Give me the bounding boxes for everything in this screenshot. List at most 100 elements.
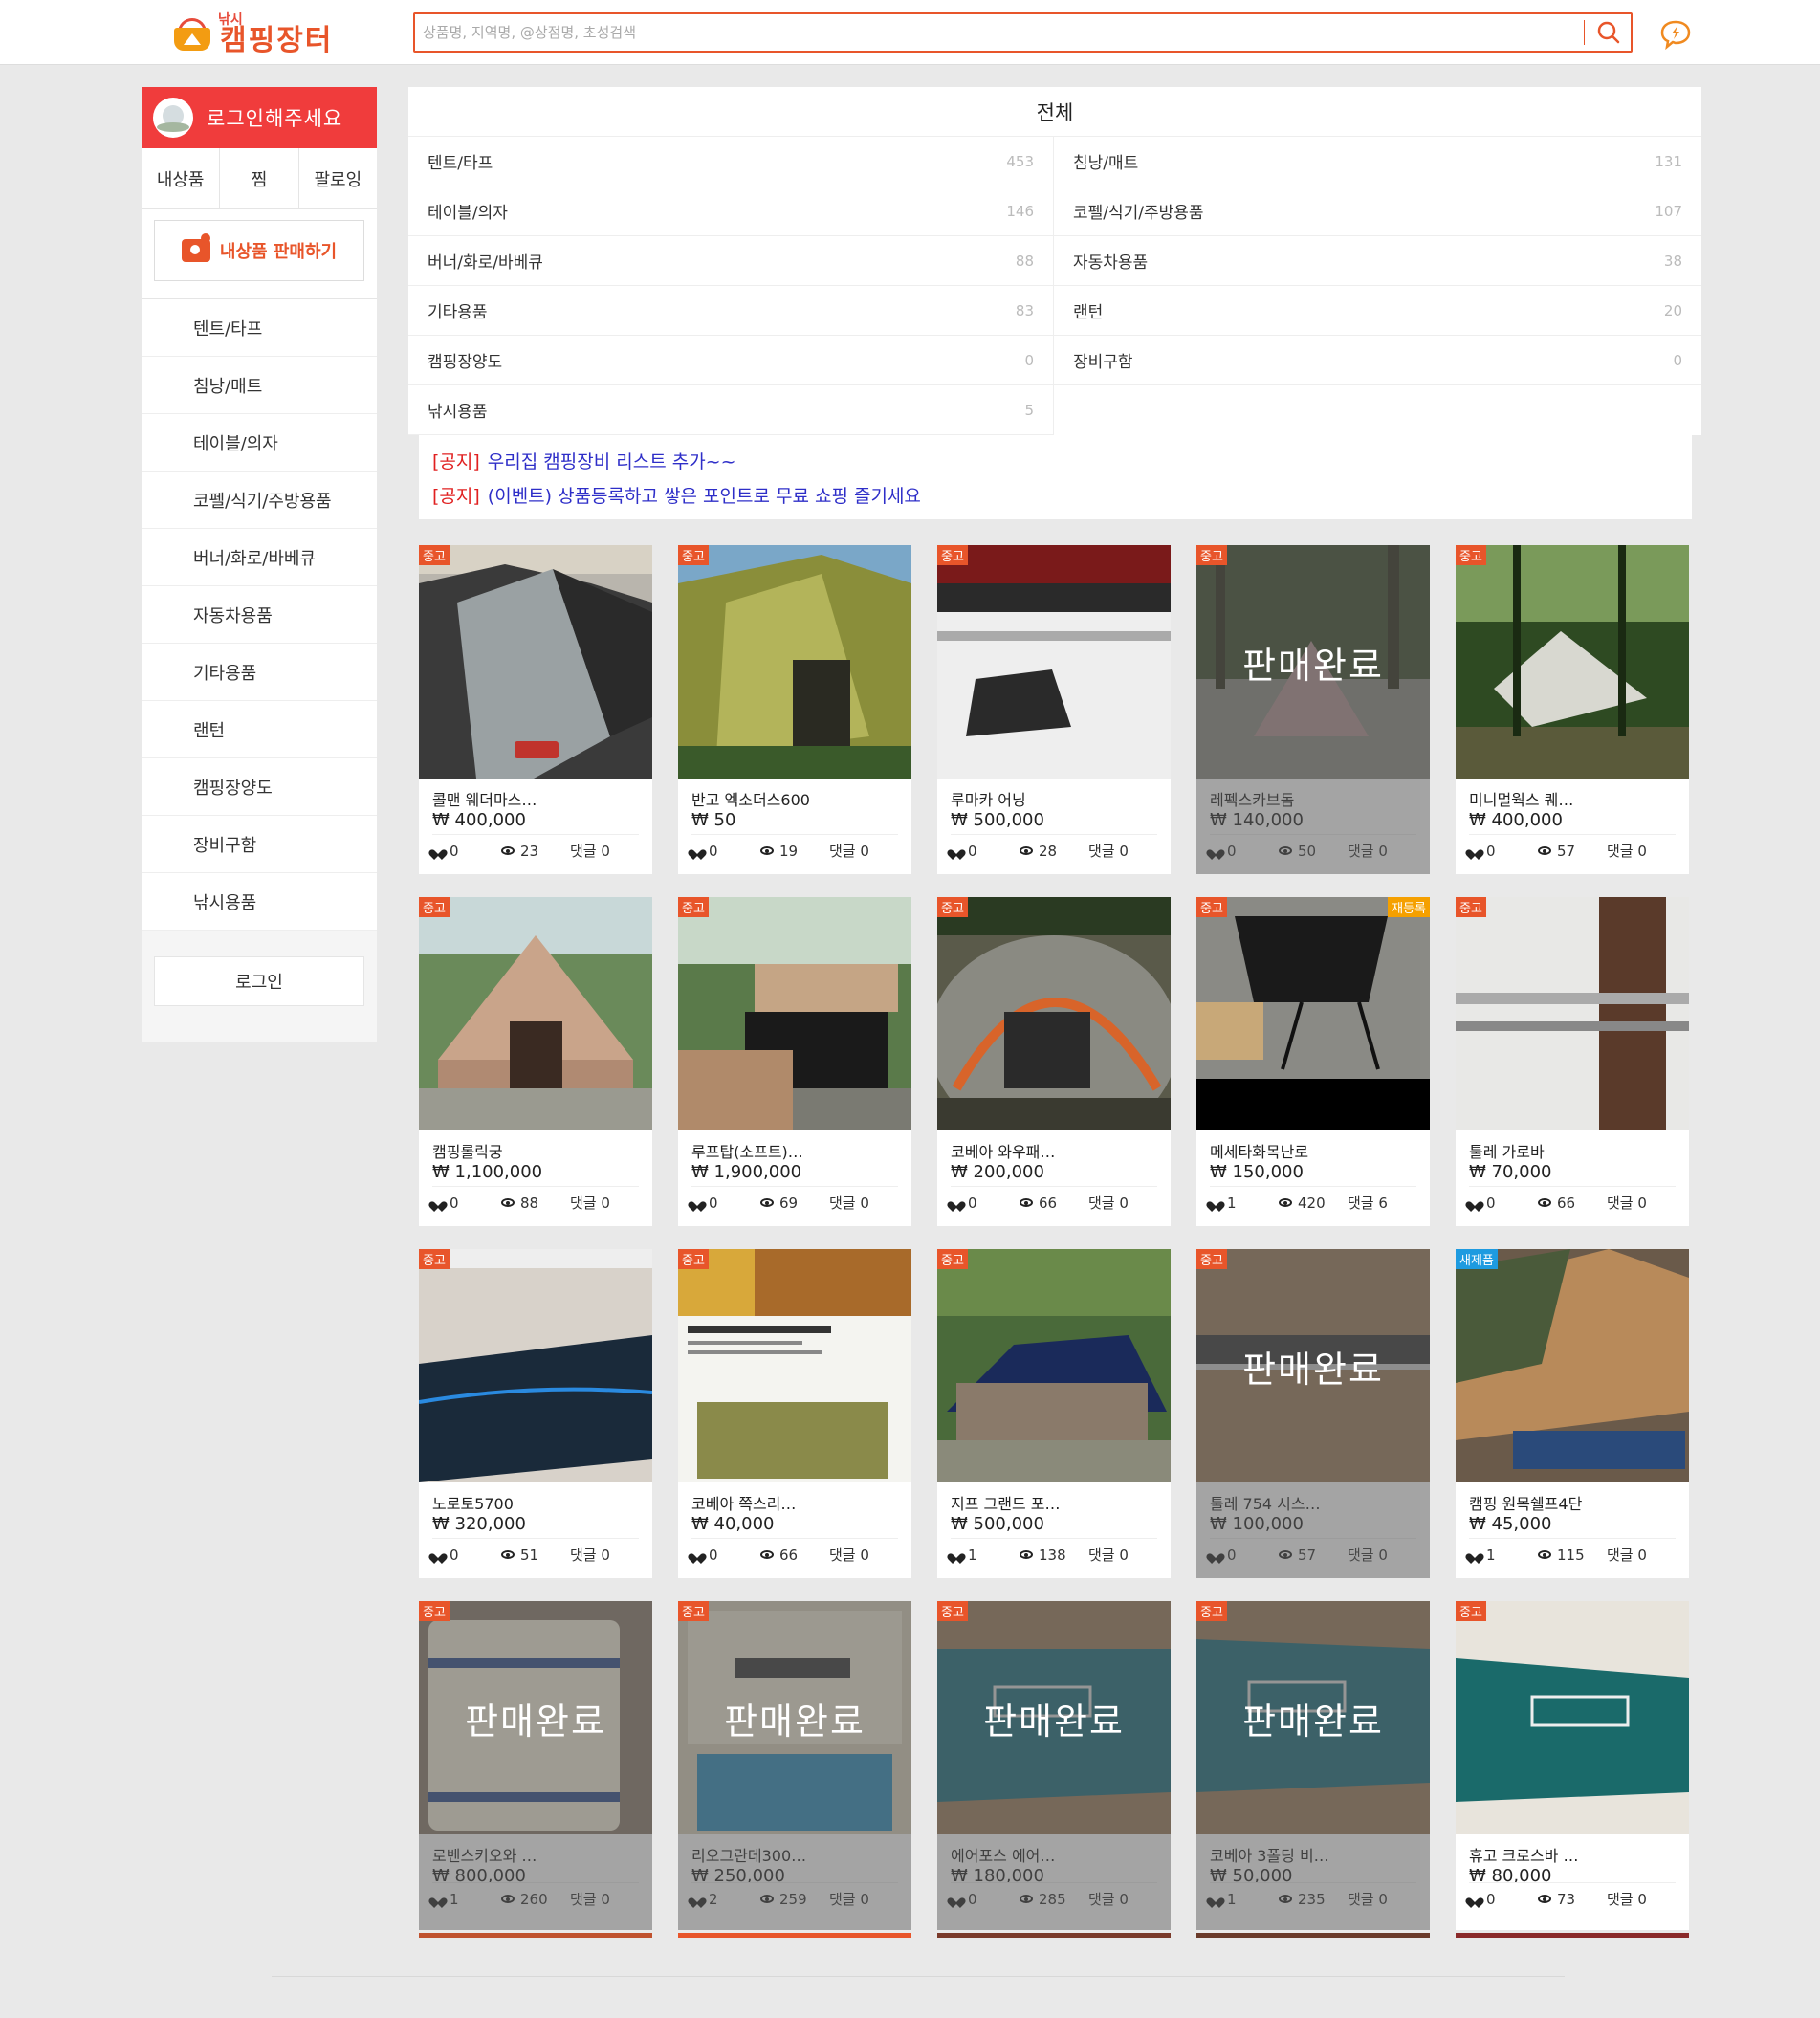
login-prompt-bar[interactable]: 로그인해주세요 — [142, 87, 377, 148]
login-button[interactable]: 로그인 — [154, 956, 364, 1006]
sidebar-category-item[interactable]: 랜턴 — [142, 701, 377, 758]
condition-badge: 중고 — [1456, 1601, 1486, 1621]
product-name[interactable]: 노로토5700 — [432, 1491, 639, 1514]
product-card[interactable]: 중고 지프 그랜드 포… ₩ 500,000 1 138 댓글 0 — [937, 1249, 1171, 1578]
product-card[interactable]: 중고 재등록 메세타화목난로 ₩ 150,000 1 420 댓글 6 — [1196, 897, 1430, 1226]
product-card[interactable]: 중고 루프탑(소프트)… ₩ 1,900,000 0 69 댓글 0 — [678, 897, 911, 1226]
talk-icon[interactable] — [1659, 17, 1692, 50]
product-image[interactable] — [678, 545, 911, 779]
sidebar-category-item[interactable]: 장비구함 — [142, 816, 377, 873]
product-card[interactable]: 중고 에어포스 에어… ₩ 180,000 0 285 댓글 0 판매완료 — [937, 1601, 1171, 1930]
product-name[interactable]: 루프탑(소프트)… — [691, 1139, 898, 1162]
category-panel-title[interactable]: 전체 — [408, 87, 1701, 137]
sidebar-category-item[interactable]: 텐트/타프 — [142, 299, 377, 357]
product-image[interactable] — [678, 1249, 911, 1482]
category-cell[interactable]: 랜턴 20 — [1054, 286, 1701, 336]
likes-count: 0 — [450, 1546, 459, 1564]
comments-label: 댓글 — [1088, 1546, 1115, 1564]
product-name[interactable]: 캠핑 원목쉘프4단 — [1469, 1491, 1676, 1514]
product-image[interactable] — [419, 545, 652, 779]
likes-count: 1 — [1227, 1194, 1237, 1212]
product-card[interactable]: 중고 반고 엑소더스600 ₩ 50 0 19 댓글 0 — [678, 545, 911, 874]
sidebar-category-item[interactable]: 캠핑장양도 — [142, 758, 377, 816]
site-logo[interactable]: 캠핑장터 — [170, 10, 333, 57]
tab-following[interactable]: 팔로잉 — [299, 148, 377, 208]
search-icon[interactable] — [1592, 18, 1625, 47]
product-image[interactable] — [937, 1249, 1171, 1482]
product-card[interactable]: 중고 콜맨 웨더마스… ₩ 400,000 0 23 댓글 0 — [419, 545, 652, 874]
category-cell[interactable]: 텐트/타프 453 — [408, 137, 1054, 186]
product-image[interactable] — [678, 897, 911, 1130]
product-name[interactable]: 메세타화목난로 — [1210, 1139, 1416, 1162]
eye-icon — [1538, 1198, 1551, 1207]
category-cell[interactable]: 기타용품 83 — [408, 286, 1054, 336]
product-card[interactable]: 새제품 캠핑 원목쉘프4단 ₩ 45,000 1 115 댓글 0 — [1456, 1249, 1689, 1578]
product-info: 캠핑 원목쉘프4단 ₩ 45,000 1 115 댓글 0 — [1456, 1482, 1689, 1578]
product-info: 루마카 어닝 ₩ 500,000 0 28 댓글 0 — [937, 779, 1171, 874]
product-name[interactable]: 휴고 크로스바 … — [1469, 1843, 1676, 1866]
category-cell[interactable]: 테이블/의자 146 — [408, 186, 1054, 236]
product-name[interactable]: 콜맨 웨더마스… — [432, 787, 639, 810]
tab-my-products[interactable]: 내상품 — [142, 148, 221, 208]
product-card[interactable]: 중고 로벤스키오와 … ₩ 800,000 1 260 댓글 0 판매완료 — [419, 1601, 652, 1930]
product-image[interactable] — [1196, 897, 1430, 1130]
product-card[interactable]: 중고 코베아 3폴딩 비… ₩ 50,000 1 235 댓글 0 판매완료 — [1196, 1601, 1430, 1930]
product-card[interactable]: 중고 툴레 가로바 ₩ 70,000 0 66 댓글 0 — [1456, 897, 1689, 1226]
sidebar-category-item[interactable]: 버너/화로/바베큐 — [142, 529, 377, 586]
product-name[interactable]: 툴레 가로바 — [1469, 1139, 1676, 1162]
product-name[interactable]: 코베아 쪽스리… — [691, 1491, 898, 1514]
product-price: ₩ 320,000 — [432, 1514, 639, 1539]
product-card[interactable]: 중고 캠핑롤릭궁 ₩ 1,100,000 0 88 댓글 0 — [419, 897, 652, 1226]
category-cell[interactable]: 장비구함 0 — [1054, 336, 1701, 385]
sidebar-category-item[interactable]: 낚시용품 — [142, 873, 377, 931]
category-name: 버너/화로/바베큐 — [428, 253, 543, 273]
sell-product-button[interactable]: 내상품 판매하기 — [154, 220, 364, 281]
product-card[interactable]: 중고 미니멀웍스 퀘… ₩ 400,000 0 57 댓글 0 — [1456, 545, 1689, 874]
sold-out-label: 판매완료 — [465, 1700, 606, 1743]
eye-icon — [760, 1198, 774, 1207]
product-image[interactable] — [419, 1249, 652, 1482]
category-count: 0 — [1024, 351, 1034, 369]
category-cell[interactable]: 버너/화로/바베큐 88 — [408, 236, 1054, 286]
product-card[interactable]: 중고 코베아 쪽스리… ₩ 40,000 0 66 댓글 0 — [678, 1249, 911, 1578]
notice-item[interactable]: [공지] (이벤트) 상품등록하고 쌓은 포인트로 무료 쇼핑 즐기세요 — [432, 477, 1678, 512]
product-name[interactable]: 캠핑롤릭궁 — [432, 1139, 639, 1162]
category-cell[interactable]: 캠핑장양도 0 — [408, 336, 1054, 385]
product-name[interactable]: 미니멀웍스 퀘… — [1469, 787, 1676, 810]
sidebar-category-item[interactable]: 코펠/식기/주방용품 — [142, 472, 377, 529]
product-image[interactable] — [1456, 1601, 1689, 1834]
sidebar-category-item[interactable]: 테이블/의자 — [142, 414, 377, 472]
product-card[interactable]: 중고 루마카 어닝 ₩ 500,000 0 28 댓글 0 — [937, 545, 1171, 874]
notice-item[interactable]: [공지] 우리집 캠핑장비 리스트 추가~~ — [432, 443, 1678, 477]
comments-count: 0 — [601, 842, 610, 860]
views-count: 73 — [1557, 1890, 1576, 1908]
condition-badge: 중고 — [937, 1249, 968, 1269]
sidebar-category-item[interactable]: 기타용품 — [142, 644, 377, 701]
product-image[interactable] — [419, 897, 652, 1130]
product-card[interactable]: 중고 레펙스카브돔 ₩ 140,000 0 50 댓글 0 판매완료 — [1196, 545, 1430, 874]
category-cell[interactable]: 자동차용품 38 — [1054, 236, 1701, 286]
product-name[interactable]: 루마카 어닝 — [951, 787, 1157, 810]
product-image[interactable] — [1456, 1249, 1689, 1482]
category-cell[interactable]: 침낭/매트 131 — [1054, 137, 1701, 186]
product-name[interactable]: 코베아 와우패… — [951, 1139, 1157, 1162]
sidebar-category-item[interactable]: 자동차용품 — [142, 586, 377, 644]
notice-text: (이벤트) 상품등록하고 쌓은 포인트로 무료 쇼핑 즐기세요 — [487, 485, 921, 507]
product-info: 툴레 가로바 ₩ 70,000 0 66 댓글 0 — [1456, 1130, 1689, 1226]
category-cell[interactable]: 낚시용품 5 — [408, 385, 1054, 435]
product-image[interactable] — [937, 545, 1171, 779]
category-cell[interactable]: 코펠/식기/주방용품 107 — [1054, 186, 1701, 236]
product-card[interactable]: 중고 툴레 754 시스… ₩ 100,000 0 57 댓글 0 판매완료 — [1196, 1249, 1430, 1578]
search-input[interactable] — [415, 14, 1563, 51]
product-card[interactable]: 중고 노로토5700 ₩ 320,000 0 51 댓글 0 — [419, 1249, 652, 1578]
product-name[interactable]: 지프 그랜드 포… — [951, 1491, 1157, 1514]
product-card[interactable]: 중고 코베아 와우패… ₩ 200,000 0 66 댓글 0 — [937, 897, 1171, 1226]
product-card[interactable]: 중고 휴고 크로스바 … ₩ 80,000 0 73 댓글 0 — [1456, 1601, 1689, 1930]
product-card[interactable]: 중고 리오그란데300… ₩ 250,000 2 259 댓글 0 판매완료 — [678, 1601, 911, 1930]
tab-wishlist[interactable]: 찜 — [220, 148, 299, 208]
product-image[interactable] — [1456, 897, 1689, 1130]
sidebar-category-item[interactable]: 침낭/매트 — [142, 357, 377, 414]
product-name[interactable]: 반고 엑소더스600 — [691, 787, 898, 810]
product-image[interactable] — [1456, 545, 1689, 779]
product-image[interactable] — [937, 897, 1171, 1130]
